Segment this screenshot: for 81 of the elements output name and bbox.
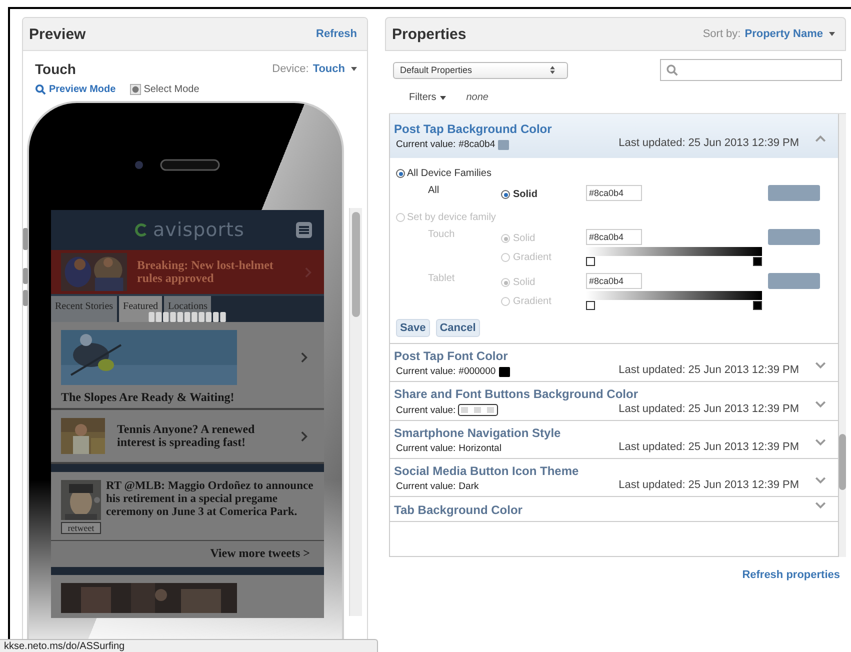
current-value-label: Current value: <box>396 404 456 416</box>
last-updated: Last updated: 25 Jun 2013 12:39 PM <box>618 137 799 149</box>
caret-icon <box>440 96 446 100</box>
chevron-icon[interactable] <box>815 135 826 142</box>
updown-icon <box>550 66 555 74</box>
tweet-text: RT @MLB: Maggio Ordoñez to announce his retirement in a special pregame ceremony on June 3 at Comerica Park. <box>106 480 314 520</box>
current-value: Dark <box>458 481 479 492</box>
radio-label: Gradient <box>513 296 552 307</box>
current-value-label: Current value: <box>396 481 456 492</box>
refresh-link[interactable]: Refresh <box>316 28 357 40</box>
chevron-icon[interactable] <box>815 477 826 484</box>
radio-label: Set by device family <box>407 212 496 223</box>
cancel-button[interactable]: Cancel <box>436 319 480 337</box>
current-value: #000000 <box>458 366 496 377</box>
last-updated: Last updated: 25 Jun 2013 12:39 PM <box>618 479 799 491</box>
caret-icon <box>829 32 835 36</box>
property-name: Smartphone Navigation Style <box>394 426 562 440</box>
logo-icon <box>135 223 149 237</box>
story-title: The Slopes Are Ready & Waiting! <box>61 391 236 404</box>
filters-dropdown[interactable]: Filters <box>409 92 436 103</box>
sort-label: Sort by: <box>702 28 741 40</box>
radio-label: Solid <box>513 189 538 200</box>
device-family-label: All <box>427 185 440 196</box>
preset-select[interactable]: Default Properties <box>393 62 568 78</box>
chevron-icon <box>301 352 308 363</box>
mode-button[interactable]: Select Mode <box>130 84 200 95</box>
chevron-icon[interactable] <box>815 401 826 408</box>
current-value: #8ca0b4 <box>458 139 496 150</box>
search-field[interactable] <box>660 59 842 81</box>
status-url: kkse.neto.ms/do/ASSurfing <box>4 641 125 652</box>
caret-icon <box>351 67 357 71</box>
scrollbar[interactable] <box>839 114 846 557</box>
current-value: Horizontal <box>458 443 502 454</box>
search-icon <box>35 84 46 95</box>
current-value-label: Current value: <box>396 443 456 454</box>
last-updated: Last updated: 25 Jun 2013 12:39 PM <box>618 364 799 376</box>
hex-input[interactable]: #8ca0b4 <box>586 185 642 201</box>
last-updated: Last updated: 25 Jun 2013 12:39 PM <box>618 402 799 414</box>
radio-label: Solid <box>513 233 536 244</box>
device-label: Device: <box>272 63 309 75</box>
chevron-icon[interactable] <box>815 362 826 369</box>
device-family-label: Touch <box>427 229 456 240</box>
last-updated: Last updated: 25 Jun 2013 12:39 PM <box>618 441 799 453</box>
device-family-label: Tablet <box>427 273 456 284</box>
sort-dropdown[interactable]: Property Name <box>744 28 823 40</box>
save-button[interactable]: Save <box>396 319 430 337</box>
property-name: Tab Background Color <box>394 503 524 517</box>
radio-button[interactable] <box>501 190 510 199</box>
chevron-icon <box>301 430 308 442</box>
radio-button[interactable] <box>396 169 405 178</box>
color-swatch[interactable] <box>768 185 820 201</box>
site-tab[interactable]: Recent Stories <box>51 296 118 322</box>
breaking-headline: Breaking: New lost-helmet rules approved <box>137 259 274 285</box>
current-value-label: Current value: <box>396 366 456 377</box>
property-header[interactable]: Post Tap Background Color Current value: #8ca0b4 Last updated: 25 Jun 2013 12:39 PM <box>390 114 838 158</box>
panel-title: Properties <box>392 26 466 42</box>
site-logo: avisports <box>153 219 246 241</box>
filter-value: none <box>466 92 488 103</box>
panel-title: Preview <box>29 26 86 42</box>
retweet-button[interactable]: retweet <box>61 522 101 534</box>
story-title: Tennis Anyone? A renewed interest is spreading fast! <box>117 423 256 449</box>
mode-button[interactable]: Preview Mode <box>35 84 116 95</box>
radio-label: Gradient <box>513 252 552 263</box>
search-icon <box>666 64 678 76</box>
breaking-banner[interactable]: Breaking: New lost-helmet rules approved <box>51 250 324 296</box>
radio-label: All Device Families <box>407 168 492 179</box>
menu-icon[interactable] <box>296 222 312 238</box>
chevron-icon[interactable] <box>815 502 826 509</box>
current-value-label: Current value: <box>396 139 456 150</box>
refresh-properties-link[interactable]: Refresh properties <box>742 569 840 581</box>
chevron-icon <box>305 266 312 278</box>
radio-label: Solid <box>513 277 536 288</box>
scrollbar[interactable] <box>349 208 362 616</box>
chevron-icon[interactable] <box>815 439 826 446</box>
device-title: Touch <box>35 61 77 77</box>
device-dropdown[interactable]: Touch <box>312 63 345 75</box>
property-name: Social Media Button Icon Theme <box>394 464 580 478</box>
property-name: Post Tap Font Color <box>394 349 509 363</box>
site-tab[interactable]: Featured <box>119 296 162 322</box>
property-name: Share and Font Buttons Background Color <box>394 387 640 401</box>
property-name: Post Tap Background Color <box>394 122 553 136</box>
